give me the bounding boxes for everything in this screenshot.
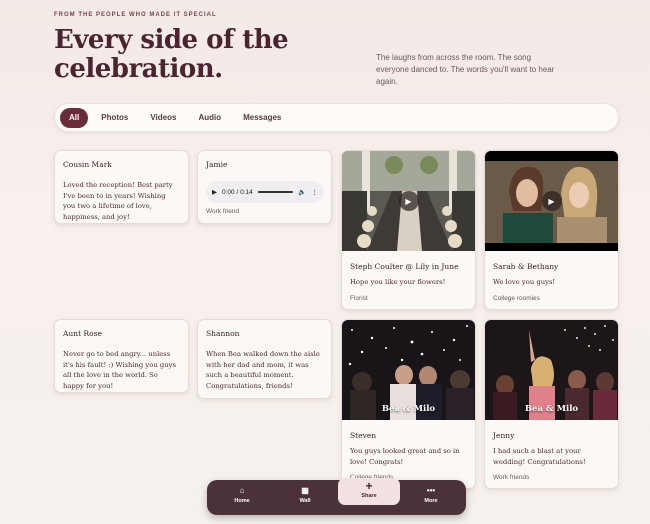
video-card-sarah-bethany[interactable]: ▶ Sarah & Bethany We love you guys! Coll… — [484, 150, 619, 310]
nav-wall-label: Wall — [299, 498, 311, 504]
dots-icon: ••• — [426, 486, 436, 495]
hero-description: The laughs from across the room. The son… — [376, 53, 555, 86]
card-message: Hope you like your flowers! — [350, 278, 446, 286]
more-vertical-icon[interactable]: ⋮ — [312, 188, 319, 196]
eyebrow: FROM THE PEOPLE WHO MADE IT SPECIAL — [54, 12, 217, 18]
card-relation: Work friend — [206, 208, 240, 215]
page-title: Every side of the celebration. — [54, 25, 289, 84]
filter-bar: All Photos Videos Audio Messages — [54, 103, 619, 132]
card-relation: Work friends — [493, 474, 530, 481]
photo-card-steven[interactable]: Bea & Milo Steven You guys looked great … — [341, 319, 476, 489]
message-card-cousin-mark[interactable]: Cousin Mark Loved the reception! Best pa… — [54, 150, 189, 224]
nav-share[interactable]: + Share — [338, 478, 400, 505]
nav-home-label: Home — [234, 498, 250, 504]
grid-icon: ▦ — [301, 486, 309, 495]
nav-wall[interactable]: ▦ Wall — [285, 486, 325, 504]
nav-more-label: More — [424, 498, 438, 504]
card-message: You guys looked great and so in love! Co… — [350, 447, 460, 466]
audio-player[interactable]: ▶ 0:00 / 0:14 🔈 ⋮ — [206, 181, 324, 203]
nav-share-label: Share — [361, 493, 377, 499]
card-author: Steph Coulter @ Lily in June — [350, 262, 459, 271]
filter-messages[interactable]: Messages — [234, 108, 290, 128]
message-card-aunt-rose[interactable]: Aunt Rose Never go to bed angry... unles… — [54, 319, 189, 393]
card-author: Jenny — [493, 431, 515, 440]
video-thumbnail[interactable]: ▶ — [342, 151, 475, 251]
card-relation: Florist — [350, 295, 368, 302]
card-message: When Bea walked down the aisle with her … — [206, 350, 320, 390]
card-message: We love you guys! — [493, 278, 556, 286]
photo-overlay-text: Bea & Milo — [524, 404, 579, 414]
photo-card-jenny[interactable]: Bea & Milo Jenny I had such a blast at y… — [484, 319, 619, 489]
card-author: Aunt Rose — [63, 329, 102, 338]
card-message: I had such a blast at your wedding! Cong… — [493, 447, 586, 466]
volume-icon[interactable]: 🔈 — [298, 188, 306, 196]
message-card-shannon[interactable]: Shannon When Bea walked down the aisle w… — [197, 319, 332, 399]
audio-card-jamie[interactable]: Jamie ▶ 0:00 / 0:14 🔈 ⋮ Work friend — [197, 150, 332, 224]
filter-photos[interactable]: Photos — [92, 108, 137, 128]
video-card-steph[interactable]: ▶ Steph Coulter @ Lily in June Hope you … — [341, 150, 476, 310]
photo-overlay-text: Bea & Milo — [381, 404, 436, 414]
card-author: Sarah & Bethany — [493, 262, 559, 271]
nav-more[interactable]: ••• More — [411, 486, 451, 504]
photo-thumbnail[interactable]: Bea & Milo — [485, 320, 618, 420]
play-icon[interactable]: ▶ — [541, 191, 562, 211]
video-thumbnail[interactable]: ▶ — [485, 151, 618, 251]
card-message: Loved the reception! Best party I've bee… — [63, 181, 173, 221]
card-relation: College roomies — [493, 295, 540, 302]
card-author: Shannon — [206, 329, 240, 338]
card-author: Cousin Mark — [63, 160, 112, 169]
card-message: Never go to bed angry... unless it's his… — [63, 350, 176, 390]
filter-videos[interactable]: Videos — [141, 108, 185, 128]
card-author: Steven — [350, 431, 377, 440]
card-author: Jamie — [206, 160, 228, 169]
play-icon[interactable]: ▶ — [212, 188, 217, 196]
filter-audio[interactable]: Audio — [189, 108, 230, 128]
play-icon[interactable]: ▶ — [398, 191, 419, 211]
home-icon: ⌂ — [239, 486, 245, 495]
nav-home[interactable]: ⌂ Home — [222, 486, 262, 504]
audio-progress-bar[interactable] — [257, 191, 294, 193]
filter-all[interactable]: All — [60, 107, 89, 128]
photo-thumbnail[interactable]: Bea & Milo — [342, 320, 475, 420]
plus-icon: + — [365, 479, 373, 493]
bottom-nav: ⌂ Home ▦ Wall + Share ••• More — [207, 478, 466, 515]
audio-time: 0:00 / 0:14 — [222, 188, 253, 196]
